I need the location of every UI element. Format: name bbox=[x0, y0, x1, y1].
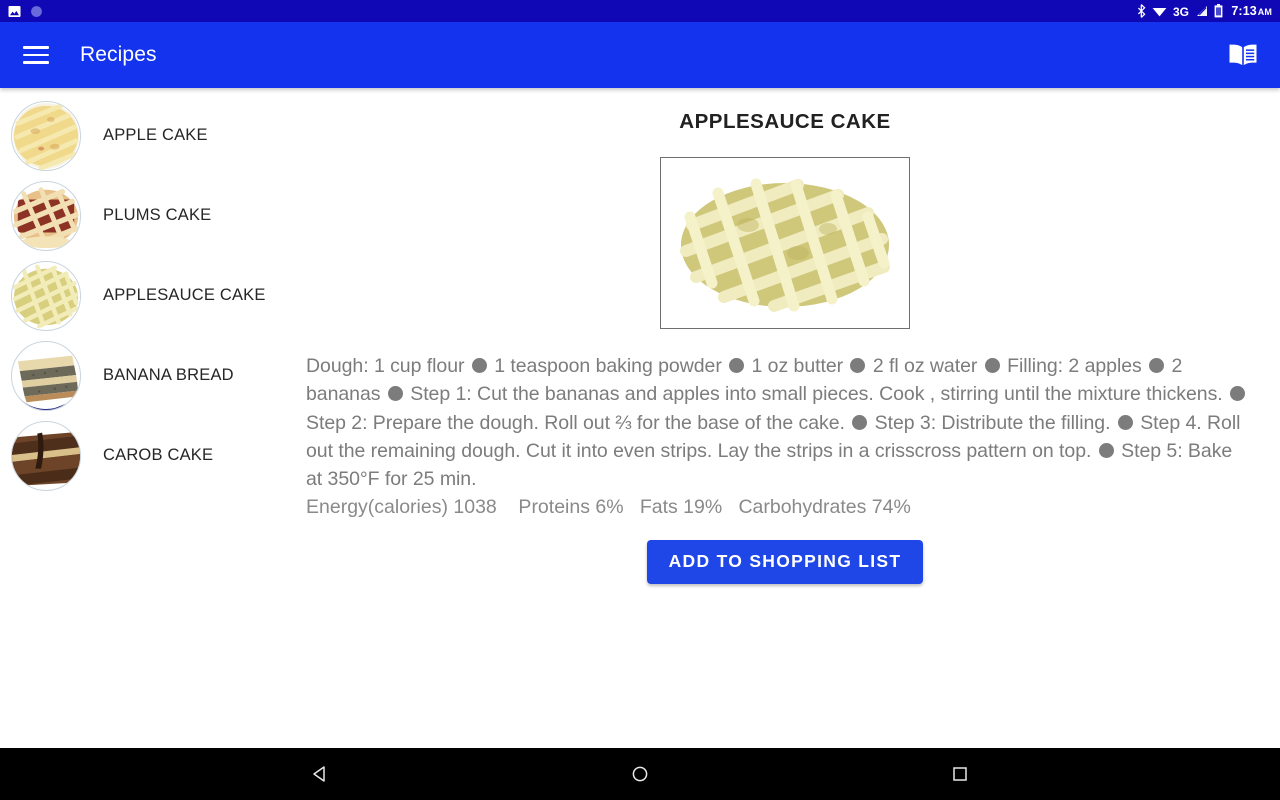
recipe-segment: 2 fl oz water bbox=[872, 355, 978, 377]
applesauce-lattice-pie-thumb bbox=[11, 261, 81, 331]
apple-lattice-pie-thumb bbox=[11, 101, 81, 171]
status-bar-left-icons bbox=[8, 5, 43, 18]
recipe-list[interactable]: APPLE CAKE PLUMS CAKE APPLESAUCE CAKE BA… bbox=[0, 88, 290, 748]
main-content: APPLE CAKE PLUMS CAKE APPLESAUCE CAKE BA… bbox=[0, 88, 1280, 748]
svg-text:3G: 3G bbox=[1173, 5, 1189, 18]
bullet-separator-icon bbox=[1117, 414, 1133, 430]
banana-bread-slice-thumb bbox=[11, 341, 81, 411]
list-item[interactable]: BANANA BREAD bbox=[0, 336, 290, 416]
android-navigation-bar bbox=[0, 748, 1280, 800]
status-bar-clock: 7:13AM bbox=[1231, 4, 1272, 18]
android-status-bar: 3G 7:13AM bbox=[0, 0, 1280, 22]
list-item[interactable]: APPLESAUCE CAKE bbox=[0, 256, 290, 336]
list-item-label: PLUMS CAKE bbox=[103, 206, 212, 225]
recipe-segment: Filling: 2 apples bbox=[1007, 355, 1142, 377]
bullet-separator-icon bbox=[729, 358, 745, 373]
plum-lattice-pie-thumb bbox=[11, 181, 81, 251]
page-title: APPLESAUCE CAKE bbox=[679, 110, 891, 133]
recents-square-icon bbox=[953, 767, 967, 781]
signal-bars-icon bbox=[1197, 6, 1208, 16]
recipe-detail-pane: APPLESAUCE CAKE Dough: 1 cup flour 1 tea… bbox=[290, 88, 1280, 748]
list-item-label: APPLE CAKE bbox=[103, 126, 208, 145]
bluetooth-icon bbox=[1138, 4, 1146, 18]
recipe-segment: Step 1: Cut the bananas and apples into … bbox=[410, 383, 1223, 406]
status-bar-right-icons: 3G 7:13AM bbox=[1137, 4, 1272, 18]
menu-book-icon[interactable] bbox=[1228, 42, 1258, 68]
add-to-shopping-list-button[interactable]: ADD TO SHOPPING LIST bbox=[646, 539, 924, 584]
circle-notification-icon bbox=[31, 5, 42, 17]
carob-cake-slice-thumb bbox=[11, 421, 81, 491]
bullet-separator-icon bbox=[850, 358, 866, 373]
bullet-separator-icon bbox=[852, 414, 868, 430]
bullet-separator-icon bbox=[1098, 442, 1114, 458]
wifi-icon bbox=[1152, 8, 1167, 17]
recipe-segment: Step 3: Distribute the filling. bbox=[874, 411, 1111, 434]
network-3g-icon: 3G bbox=[1173, 5, 1189, 18]
app-bar: Recipes bbox=[0, 22, 1280, 88]
bullet-separator-icon bbox=[387, 386, 403, 402]
app-title: Recipes bbox=[80, 43, 157, 66]
list-item[interactable]: APPLE CAKE bbox=[0, 96, 290, 176]
recipe-segment: 1 oz butter bbox=[751, 355, 844, 377]
home-circle-icon bbox=[632, 766, 648, 782]
bullet-separator-icon bbox=[1230, 386, 1246, 402]
list-item[interactable]: CAROB CAKE bbox=[0, 416, 290, 496]
list-item[interactable]: PLUMS CAKE bbox=[0, 176, 290, 256]
battery-icon bbox=[1214, 4, 1223, 18]
nutrition-summary: Energy(calories) 1038 Proteins 6% Fats 1… bbox=[306, 496, 911, 519]
list-item-label: CAROB CAKE bbox=[103, 446, 214, 465]
recipe-segment: Step 2: Prepare the dough. Roll out ⅔ fo… bbox=[306, 411, 845, 434]
list-item-label: BANANA BREAD bbox=[103, 366, 234, 385]
recipe-instructions: Dough: 1 cup flour 1 teaspoon baking pow… bbox=[294, 352, 1280, 493]
list-item-label: APPLESAUCE CAKE bbox=[103, 286, 266, 305]
nav-back-button[interactable] bbox=[240, 765, 400, 783]
nav-recents-button[interactable] bbox=[880, 765, 1040, 783]
app-bar-actions bbox=[1228, 42, 1258, 68]
recipe-segment: 1 teaspoon baking powder bbox=[494, 355, 722, 377]
status-bar-meridiem: AM bbox=[1257, 7, 1272, 17]
cta-container: ADD TO SHOPPING LIST bbox=[290, 539, 1280, 584]
bullet-separator-icon bbox=[471, 358, 487, 373]
nav-home-button[interactable] bbox=[560, 765, 720, 783]
recipe-hero-image-frame bbox=[660, 157, 910, 329]
back-triangle-icon bbox=[313, 766, 325, 782]
bullet-separator-icon bbox=[1149, 358, 1165, 373]
hamburger-menu-icon[interactable] bbox=[23, 46, 49, 64]
recipe-segment: Dough: 1 cup flour bbox=[306, 355, 465, 377]
bullet-separator-icon bbox=[984, 358, 1000, 373]
screenshot-image-icon bbox=[8, 5, 21, 17]
applesauce-lattice-pie-photo bbox=[679, 178, 890, 312]
